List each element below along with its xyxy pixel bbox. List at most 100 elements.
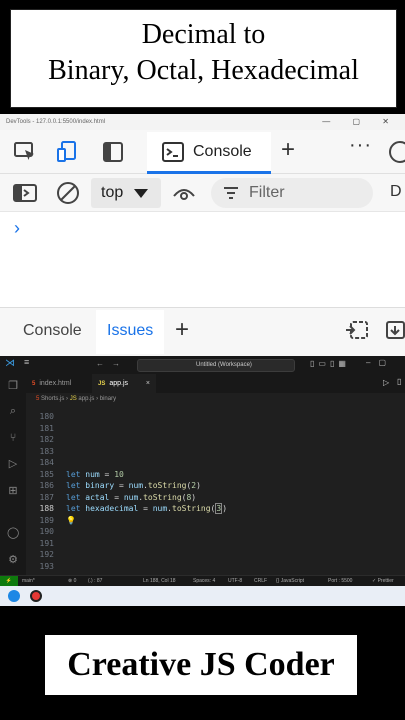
code-token: ) <box>191 492 197 502</box>
breadcrumb-item[interactable]: Shorts.js <box>41 396 64 402</box>
dock-drawer-icon[interactable] <box>345 320 369 340</box>
workspace-name: Untitled (Workspace) <box>196 362 252 368</box>
code-line[interactable]: 182 <box>26 434 405 446</box>
source-control-icon[interactable]: ⑂ <box>7 432 19 444</box>
account-icon[interactable]: ◯ <box>7 527 19 539</box>
recording-icon[interactable] <box>30 590 42 602</box>
remote-indicator-icon[interactable]: ⚡ <box>0 576 18 586</box>
help-icon[interactable] <box>388 140 405 164</box>
tab-label: index.html <box>39 380 72 387</box>
more-options-icon[interactable]: ··· <box>349 134 372 157</box>
tab-console[interactable]: Console <box>147 132 271 174</box>
encoding[interactable]: UTF-8 <box>228 576 242 586</box>
extensions-icon[interactable]: ⊞ <box>7 485 19 497</box>
code-line[interactable]: 187 let actal = num.toString(8) <box>26 492 405 504</box>
code-line[interactable]: 183 <box>26 446 405 458</box>
default-levels-dropdown[interactable]: D <box>390 183 402 201</box>
prettier-status[interactable]: ✓ Prettier <box>372 576 394 586</box>
line-number: 192 <box>39 550 54 559</box>
dock-side-icon[interactable] <box>101 140 125 164</box>
code-action-lightbulb-icon[interactable]: 💡 <box>66 515 76 527</box>
tab-app-js[interactable]: JS app.js × <box>92 374 156 393</box>
window-controls-vscode[interactable]: –▢ <box>366 358 394 367</box>
drawer-tab-issues[interactable]: Issues <box>107 322 153 340</box>
console-filter-bar: top Filter D <box>0 174 405 212</box>
context-select[interactable]: top <box>91 178 161 208</box>
code-token: ) <box>196 481 201 490</box>
devtools-window: DevTools - 127.0.0.1:5500/index.html — ▢… <box>0 114 405 356</box>
code-line[interactable]: 181 <box>26 423 405 435</box>
git-branch[interactable]: main* <box>22 576 35 586</box>
manage-gear-icon[interactable]: ⚙ <box>7 554 19 566</box>
warnings-count[interactable]: (.) : 87 <box>88 576 102 586</box>
code-token: num <box>152 504 168 513</box>
code-line[interactable]: 190 <box>26 526 405 538</box>
code-line[interactable]: 193 <box>26 561 405 573</box>
split-editor-icon[interactable]: ▯ <box>397 377 401 386</box>
device-toolbar-icon[interactable] <box>56 140 80 164</box>
run-icon[interactable]: ▷ <box>383 378 389 387</box>
close-drawer-icon[interactable] <box>386 320 405 340</box>
console-icon <box>162 142 184 162</box>
inspect-element-icon[interactable] <box>13 140 37 164</box>
indentation[interactable]: Spaces: 4 <box>193 576 215 586</box>
code-line[interactable]: 189 💡 <box>26 515 405 527</box>
layout-toggle-icons[interactable]: ▯▭▯▦ <box>310 359 350 368</box>
vscode-window: ⋊ ≡ ← → Untitled (Workspace) ▯▭▯▦ –▢ ❐ ⌕… <box>0 356 405 606</box>
code-token: hexadecimal <box>85 504 139 513</box>
devtools-drawer: Console Issues + <box>0 308 405 356</box>
live-expression-eye-icon[interactable] <box>172 184 196 202</box>
new-tab-plus-icon[interactable]: + <box>281 136 295 164</box>
search-icon[interactable]: ⌕ <box>7 405 19 417</box>
code-line[interactable]: 184 <box>26 457 405 469</box>
problems-count[interactable]: ⊗ 0 <box>68 576 76 586</box>
filter-placeholder: Filter <box>249 184 285 201</box>
footer-banner: Creative JS Coder <box>0 606 405 720</box>
drawer-tab-console[interactable]: Console <box>23 322 82 340</box>
line-number: 183 <box>39 446 54 456</box>
line-number: 191 <box>39 538 54 548</box>
sidebar-toggle-icon[interactable] <box>13 183 37 203</box>
menu-icon[interactable]: ≡ <box>24 357 29 367</box>
filter-input[interactable]: Filter <box>211 178 373 208</box>
breadcrumb-item[interactable]: binary <box>100 396 116 402</box>
console-output[interactable]: › <box>0 212 405 308</box>
title-banner: Decimal to Binary, Octal, Hexadecimal <box>0 0 405 114</box>
language-mode[interactable]: {} JavaScript <box>276 576 304 586</box>
line-number: 185 <box>39 469 54 479</box>
edge-browser-icon[interactable] <box>8 590 20 602</box>
cursor-position[interactable]: Ln 188, Col 18 <box>143 576 176 586</box>
code-line[interactable]: 188 let hexadecimal = num.toString(3) <box>26 503 405 515</box>
line-number: 184 <box>39 458 54 467</box>
line-number: 182 <box>39 435 54 444</box>
run-debug-icon[interactable]: ▷ <box>7 458 19 470</box>
close-tab-icon[interactable]: × <box>146 374 150 393</box>
live-server-port[interactable]: Port : 5500 <box>328 576 352 586</box>
clear-console-icon[interactable] <box>56 181 80 205</box>
nav-back-icon[interactable]: ← <box>96 359 104 368</box>
command-center-search[interactable]: Untitled (Workspace) <box>137 359 295 372</box>
breadcrumb-item[interactable]: app.js <box>78 396 94 402</box>
code-line[interactable]: 186 let binary = num.toString(2) <box>26 480 405 492</box>
line-number: 180 <box>39 412 54 421</box>
code-line[interactable]: 185 let num = 10 <box>26 469 405 481</box>
code-line[interactable]: 191 <box>26 538 405 550</box>
code-editor[interactable]: 180 181 182 183 184 185 let num = 10 186 let bin… <box>26 405 405 587</box>
window-controls[interactable]: — ▢ ✕ <box>322 114 399 130</box>
explorer-icon[interactable]: ❐ <box>7 380 19 392</box>
devtools-toolbar: Console + ··· <box>0 130 405 174</box>
nav-forward-icon[interactable]: → <box>112 359 120 368</box>
code-token: toString <box>147 481 187 490</box>
code-text: let actal = num.toString(8) <box>66 492 196 504</box>
code-token: actal <box>85 492 110 502</box>
line-endings[interactable]: CRLF <box>254 576 267 586</box>
code-token: = <box>138 504 153 513</box>
line-number: 181 <box>39 423 54 433</box>
js-file-icon: JS <box>98 381 106 387</box>
devtools-titlebar: DevTools - 127.0.0.1:5500/index.html — ▢… <box>0 114 405 130</box>
code-token: num <box>123 492 139 502</box>
code-line[interactable]: 192 <box>26 549 405 561</box>
drawer-add-tab-plus-icon[interactable]: + <box>175 316 189 344</box>
tab-index-html[interactable]: 5 index.html <box>26 374 90 393</box>
code-line[interactable]: 180 <box>26 411 405 423</box>
